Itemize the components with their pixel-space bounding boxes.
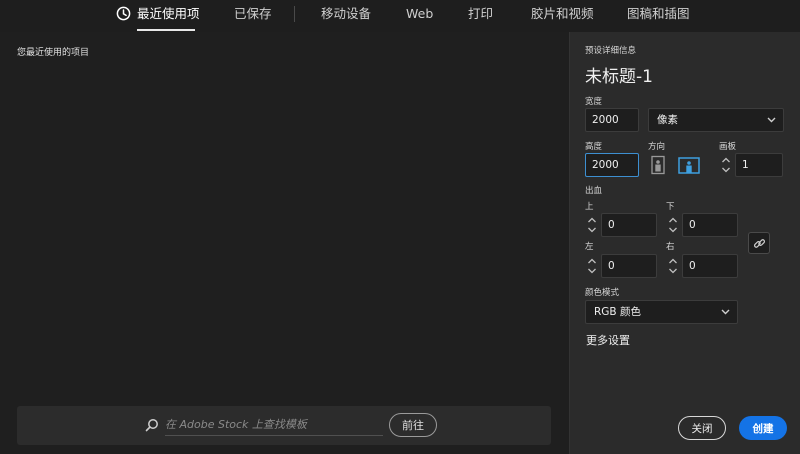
bleed-bottom-label: 下 [666, 202, 675, 212]
bleed-left-input[interactable] [601, 254, 657, 278]
chevron-down-icon [721, 309, 730, 315]
tab-mobile[interactable]: 移动设备 [321, 4, 371, 28]
bleed-bottom-stepper-icon[interactable] [666, 213, 680, 237]
search-icon [145, 419, 158, 432]
bleed-bottom-input[interactable] [682, 213, 738, 237]
unit-select-value: 像素 [657, 114, 678, 126]
close-button[interactable]: 关闭 [678, 416, 726, 440]
preset-details-panel: 预设详细信息 宽度 像素 高度 方向 画板 出血 上 下 左 [569, 32, 800, 454]
link-bleed-button[interactable] [748, 232, 770, 254]
width-label: 宽度 [585, 97, 603, 107]
bleed-top-label: 上 [585, 202, 594, 212]
active-tab-indicator [137, 29, 195, 31]
color-mode-select-value: RGB 颜色 [594, 306, 641, 318]
template-category-tabs: 最近使用项 已保存 移动设备 Web 打印 胶片和视频 图稿和插图 [0, 0, 800, 32]
tab-recent[interactable]: 最近使用项 [137, 4, 200, 28]
link-icon [753, 239, 766, 248]
recent-files-title: 您最近使用的项目 [17, 48, 90, 58]
go-button[interactable]: 前往 [389, 413, 437, 437]
stock-search-input[interactable] [165, 414, 383, 436]
clock-icon [116, 6, 131, 21]
tab-film-video[interactable]: 胶片和视频 [531, 4, 594, 28]
bleed-left-label: 左 [585, 242, 594, 252]
document-name-input[interactable] [585, 64, 785, 84]
bleed-right-input[interactable] [682, 254, 738, 278]
bleed-right-stepper-icon[interactable] [666, 254, 680, 278]
tab-web[interactable]: Web [406, 4, 433, 28]
create-button[interactable]: 创建 [739, 416, 787, 440]
preset-details-label: 预设详细信息 [585, 46, 637, 56]
bleed-right-label: 右 [666, 242, 675, 252]
color-mode-select[interactable]: RGB 颜色 [585, 300, 738, 324]
unit-select[interactable]: 像素 [648, 108, 784, 132]
height-label: 高度 [585, 142, 603, 152]
artboard-count-input[interactable] [735, 153, 783, 177]
tab-saved[interactable]: 已保存 [234, 4, 272, 28]
portrait-icon[interactable] [648, 155, 668, 175]
height-input[interactable] [585, 153, 639, 177]
bleed-top-stepper-icon[interactable] [585, 213, 599, 237]
tab-print[interactable]: 打印 [468, 4, 493, 28]
recent-files-panel: 您最近使用的项目 前往 [0, 32, 569, 454]
color-mode-label: 颜色模式 [585, 288, 620, 298]
tab-divider [294, 6, 295, 22]
artboard-stepper-icon[interactable] [719, 153, 733, 177]
chevron-down-icon [767, 117, 776, 123]
more-settings-link[interactable]: 更多设置 [586, 332, 630, 348]
bleed-top-input[interactable] [601, 213, 657, 237]
landscape-icon[interactable] [678, 155, 700, 175]
bleed-label: 出血 [585, 186, 603, 196]
tab-art-illustration[interactable]: 图稿和插图 [627, 4, 690, 28]
artboard-label: 画板 [719, 142, 737, 152]
adobe-stock-search-bar: 前往 [17, 406, 551, 445]
orientation-label: 方向 [648, 142, 666, 152]
width-input[interactable] [585, 108, 639, 132]
bleed-left-stepper-icon[interactable] [585, 254, 599, 278]
